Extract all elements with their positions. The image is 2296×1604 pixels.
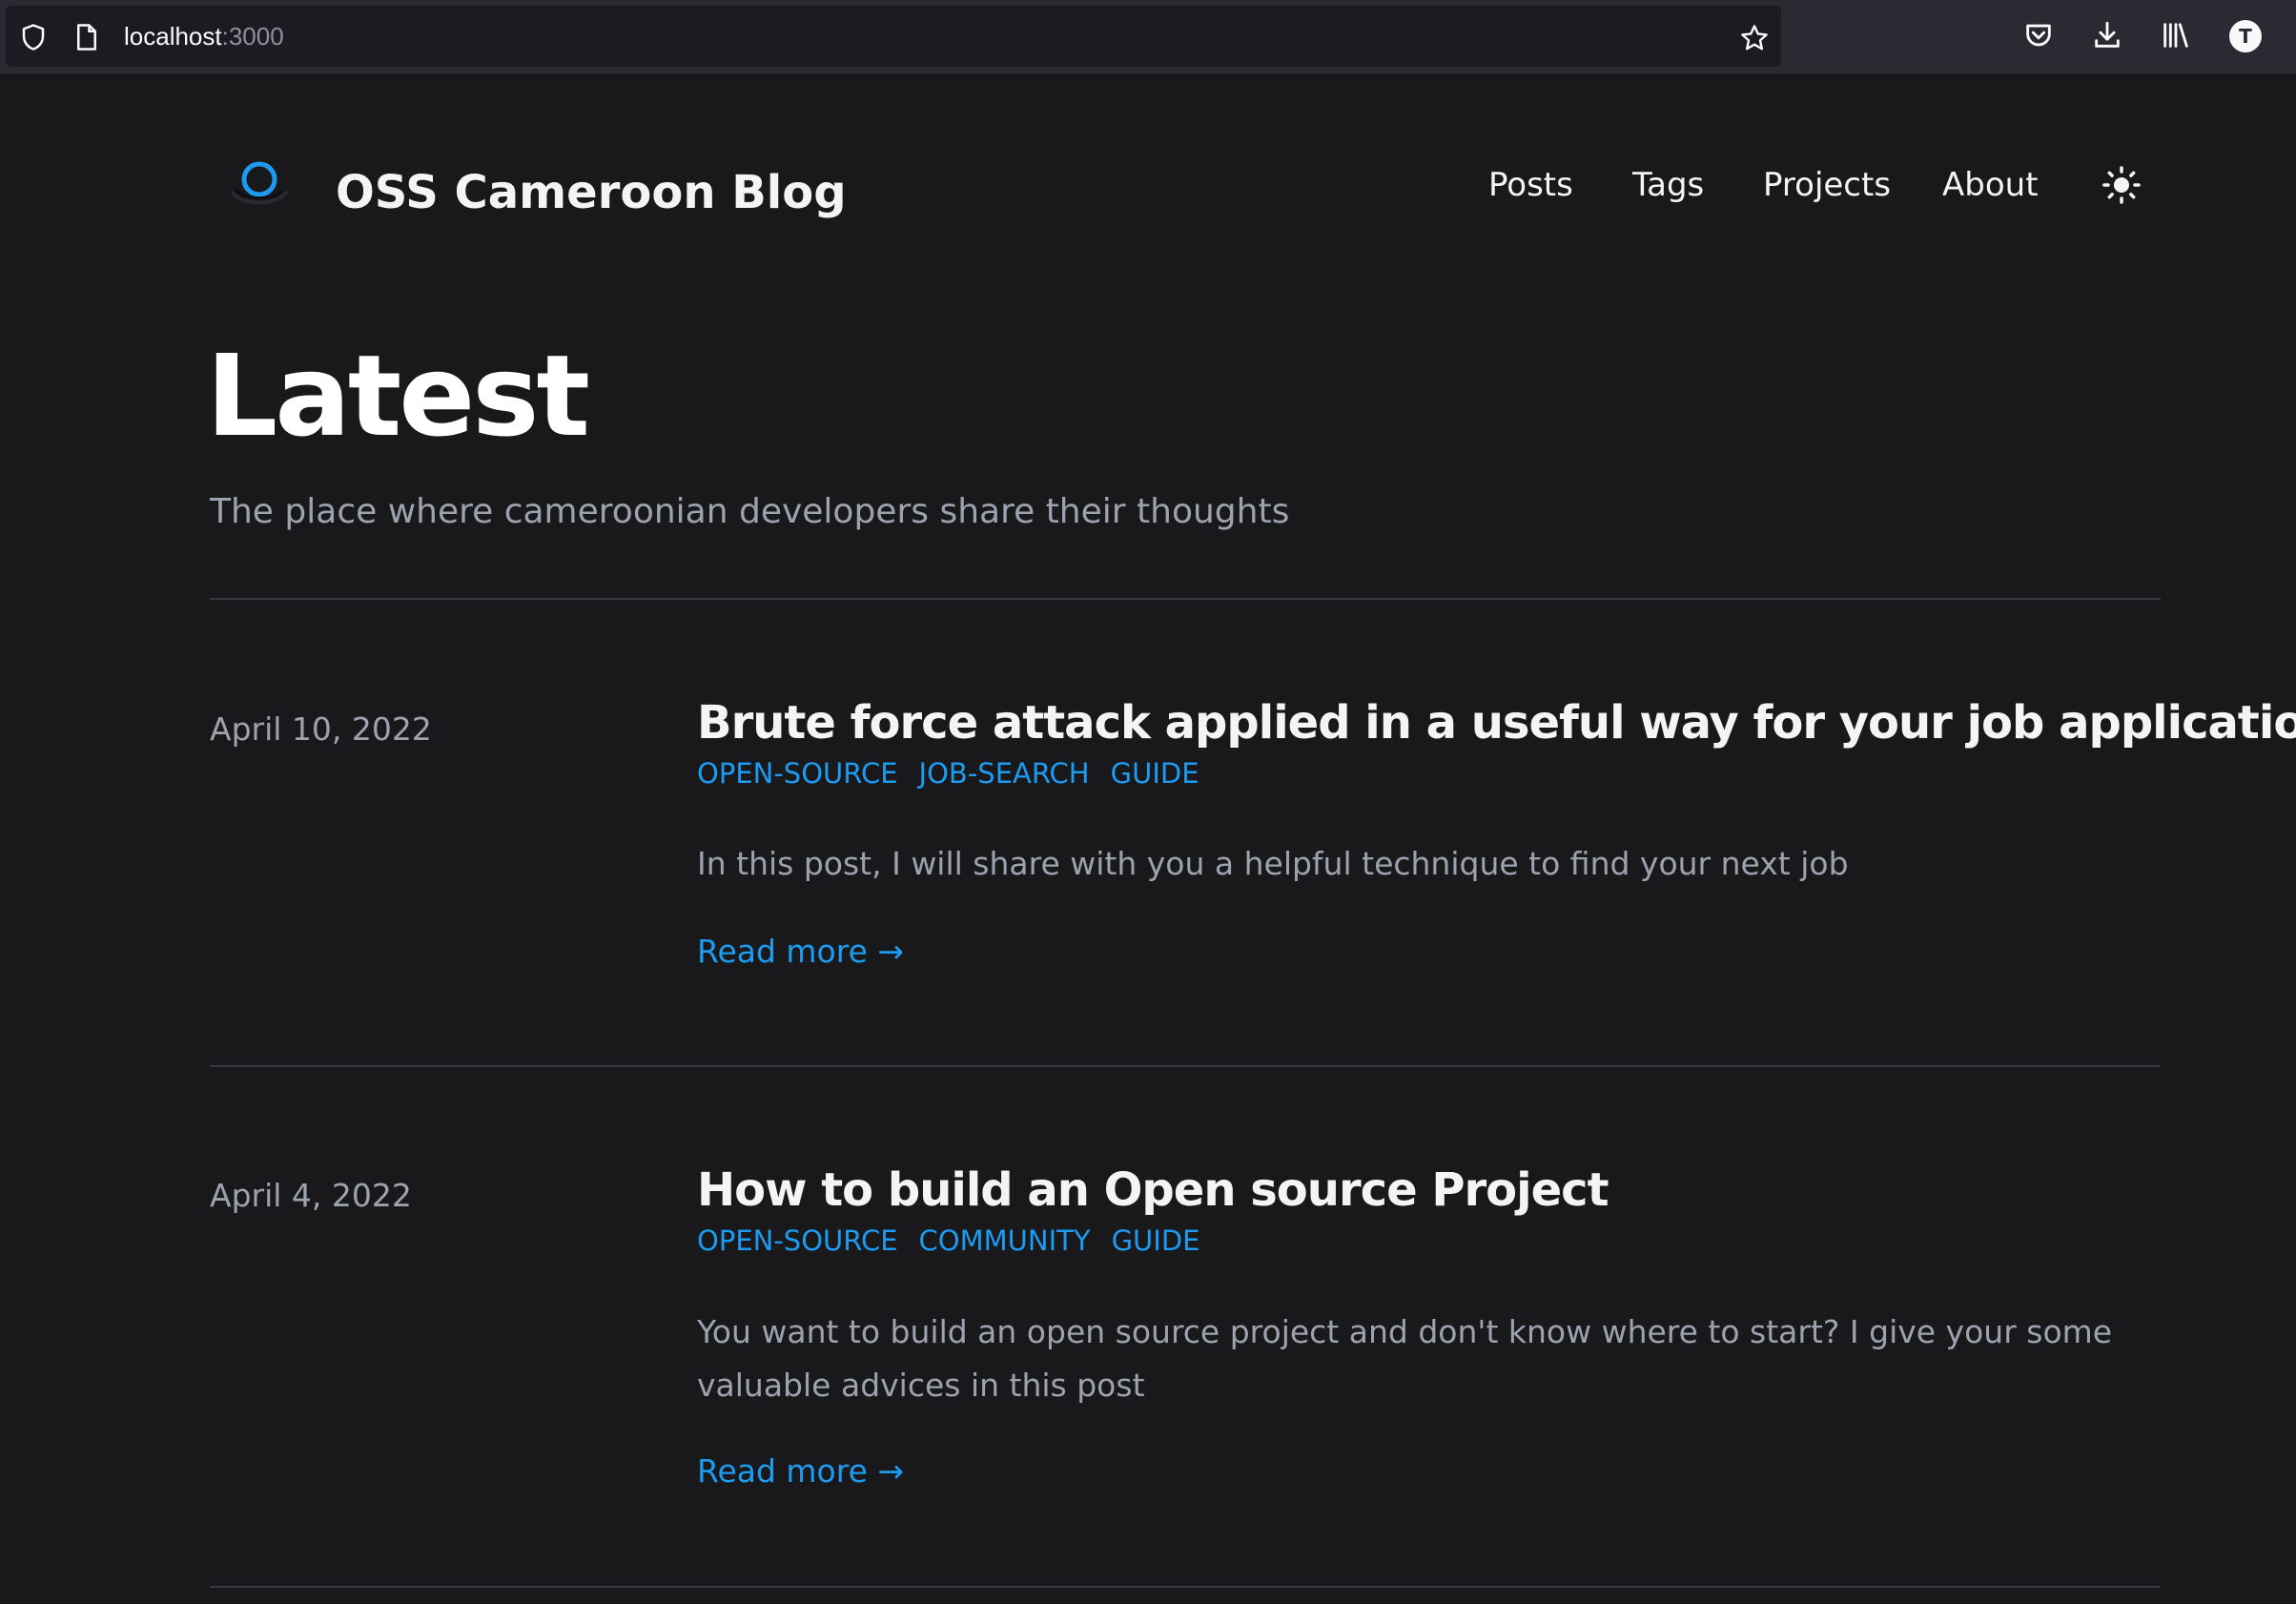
nav-about[interactable]: About [1942, 164, 2039, 206]
read-more-link[interactable]: Read more → [697, 931, 904, 973]
read-more-link[interactable]: Read more → [697, 1450, 904, 1492]
nav-posts[interactable]: Posts [1488, 164, 1573, 206]
tag-link[interactable]: GUIDE [1111, 757, 1199, 790]
site-title[interactable]: OSS Cameroon Blog [336, 164, 847, 221]
nav-tags[interactable]: Tags [1632, 164, 1704, 206]
page-icon [77, 24, 96, 51]
nav-projects[interactable]: Projects [1763, 164, 1891, 206]
post-summary: You want to build an open source project… [697, 1313, 2113, 1404]
url-port: :3000 [221, 22, 284, 51]
library-icon[interactable] [2160, 19, 2192, 51]
tag-link[interactable]: GUIDE [1112, 1224, 1200, 1257]
post-title[interactable]: How to build an Open source Project [697, 1162, 1609, 1219]
divider [210, 1586, 2161, 1588]
shield-icon[interactable] [19, 23, 48, 51]
account-avatar[interactable]: T [2229, 20, 2262, 52]
post-tags: OPEN-SOURCE JOB-SEARCH GUIDE [697, 756, 1220, 791]
post-tags: OPEN-SOURCE COMMUNITY GUIDE [697, 1224, 1220, 1258]
post-title[interactable]: Brute force attack applied in a useful w… [697, 694, 2296, 751]
divider [210, 598, 2161, 600]
url-host: localhost [124, 22, 222, 51]
bookmark-star-icon[interactable] [1739, 23, 1770, 53]
post-summary: In this post, I will share with you a he… [697, 845, 1849, 882]
pocket-icon[interactable] [2022, 19, 2055, 51]
post-date: April 4, 2022 [210, 1177, 412, 1214]
tag-link[interactable]: OPEN-SOURCE [697, 757, 898, 790]
download-icon[interactable] [2091, 19, 2123, 51]
tag-link[interactable]: OPEN-SOURCE [697, 1224, 898, 1257]
tag-link[interactable]: COMMUNITY [919, 1224, 1091, 1257]
site-logo-icon[interactable] [221, 151, 297, 217]
browser-toolbar: localhost:3000 T [0, 0, 2296, 75]
tag-link[interactable]: JOB-SEARCH [919, 757, 1090, 790]
post-date: April 10, 2022 [210, 710, 432, 748]
sun-icon[interactable] [2101, 164, 2142, 206]
page-subtitle: The place where cameroonian developers s… [210, 492, 1290, 531]
address-bar[interactable]: localhost:3000 [6, 6, 1781, 67]
page-heading: Latest [206, 330, 590, 462]
url-text[interactable]: localhost:3000 [124, 22, 284, 51]
divider [210, 1065, 2161, 1067]
